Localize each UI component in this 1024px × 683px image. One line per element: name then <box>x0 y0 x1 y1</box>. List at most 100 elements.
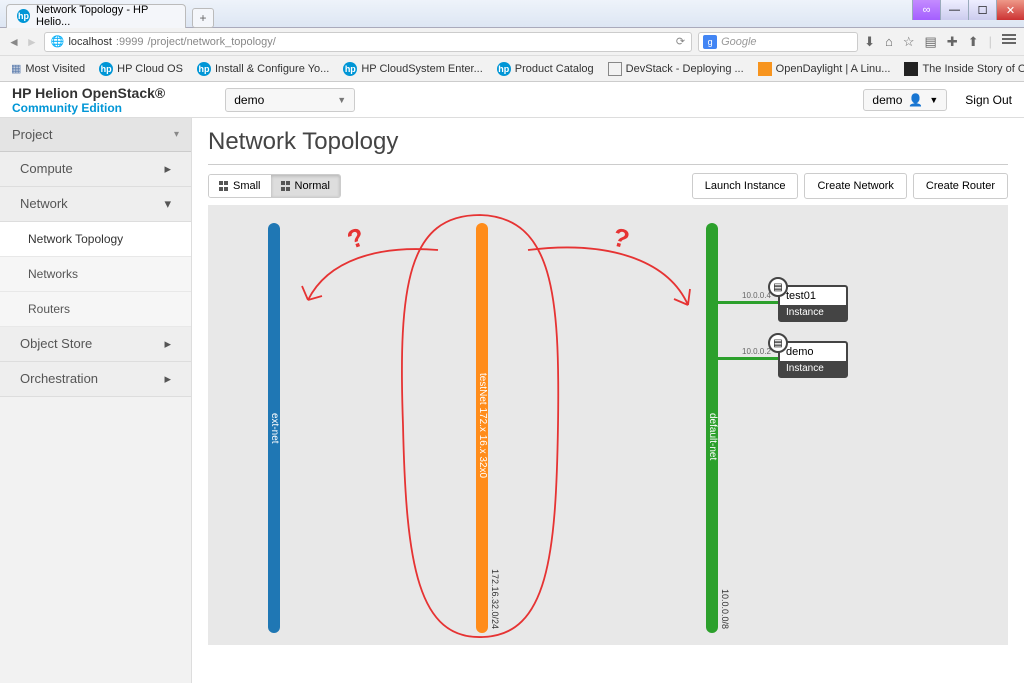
annotation-overlay <box>208 205 1008 645</box>
tenant-value: demo <box>234 93 264 107</box>
signout-link[interactable]: Sign Out <box>965 93 1012 107</box>
mask-icon[interactable]: ∞ <box>912 0 940 20</box>
url-host: localhost <box>68 36 111 48</box>
network-cidr-default: 10.0.0.0/8 <box>720 589 730 629</box>
network-bar-ext[interactable]: ext-net <box>268 223 280 633</box>
sidebar-item-networks[interactable]: Networks <box>0 257 191 292</box>
divider <box>208 164 1008 165</box>
instance-ip-1: 10.0.0.4 <box>742 291 771 300</box>
forward-button[interactable]: ► <box>26 35 38 49</box>
folder-icon: ▦ <box>11 62 21 75</box>
instance-link-1 <box>718 301 778 304</box>
instance-icon: ▤ <box>768 277 788 297</box>
chevron-right-icon: ▸ <box>164 161 171 177</box>
view-normal-button[interactable]: Normal <box>271 175 340 197</box>
hp-icon: hp <box>343 62 357 76</box>
network-bar-default[interactable]: default-net 10.0.0.0/8 <box>706 223 718 633</box>
instance-link-2 <box>718 357 778 360</box>
sidebar-compute[interactable]: Compute▸ <box>0 152 191 187</box>
user-menu[interactable]: demo 👤 ▼ <box>863 89 947 111</box>
app-header: HP Helion OpenStack® Community Edition d… <box>0 82 1024 118</box>
search-input[interactable]: g Google <box>698 32 858 52</box>
sidebar-orchestration[interactable]: Orchestration▸ <box>0 362 191 397</box>
url-bar: ◄ ► 🌐 localhost :9999/project/network_top… <box>0 28 1024 56</box>
annotation-question-2: ? <box>609 221 632 255</box>
sidebar-item-routers[interactable]: Routers <box>0 292 191 327</box>
page-icon <box>608 62 622 76</box>
chevron-down-icon: ▼ <box>337 95 346 105</box>
home-icon[interactable]: ⌂ <box>885 34 893 50</box>
instance-type: Instance <box>780 305 846 320</box>
bookmark-cloudsystem[interactable]: hpHP CloudSystem Enter... <box>338 60 487 78</box>
addons-icon[interactable]: ✚ <box>947 34 958 50</box>
brand-subtitle: Community Edition <box>12 101 165 115</box>
hp-icon: hp <box>99 62 113 76</box>
sidebar: Project▾ Compute▸ Network▾ Network Topol… <box>0 118 192 683</box>
back-button[interactable]: ◄ <box>8 35 20 49</box>
chevron-right-icon: ▸ <box>164 336 171 352</box>
hp-favicon-icon: hp <box>17 9 30 23</box>
sidebar-item-network-topology[interactable]: Network Topology <box>0 222 191 257</box>
bookmark-hp-cloud-os[interactable]: hpHP Cloud OS <box>94 60 188 78</box>
annotation-question-1: ? <box>343 221 369 256</box>
bookmark-star-icon[interactable]: ☆ <box>903 34 915 50</box>
bookmark-bar: ▦Most Visited hpHP Cloud OS hpInstall & … <box>0 56 1024 82</box>
hp-icon: hp <box>497 62 511 76</box>
minimize-button[interactable]: — <box>940 0 968 20</box>
instance-icon: ▤ <box>768 333 788 353</box>
network-label-default: default-net <box>707 413 718 460</box>
bookmark-inside-story[interactable]: The Inside Story of Oc... <box>899 60 1024 78</box>
sidebar-object-store[interactable]: Object Store▸ <box>0 327 191 362</box>
bookmark-most-visited[interactable]: ▦Most Visited <box>6 60 90 77</box>
toolbar: Small Normal Launch Instance Create Netw… <box>208 173 1008 199</box>
close-button[interactable]: ✕ <box>996 0 1024 20</box>
instance-demo[interactable]: ▤ demo Instance <box>778 341 848 378</box>
url-path: /project/network_topology/ <box>147 36 275 48</box>
maximize-button[interactable]: ☐ <box>968 0 996 20</box>
search-placeholder: Google <box>717 36 756 48</box>
network-cidr-test: 172.16.32.0/24 <box>490 569 500 629</box>
bookmark-devstack[interactable]: DevStack - Deploying ... <box>603 60 749 78</box>
main-content: Network Topology Small Normal Launch Ins… <box>192 118 1024 683</box>
instance-name: test01 <box>780 287 846 305</box>
instance-test01[interactable]: ▤ test01 Instance <box>778 285 848 322</box>
sidebar-network[interactable]: Network▾ <box>0 187 191 222</box>
view-toggle: Small Normal <box>208 174 341 198</box>
url-input[interactable]: 🌐 localhost :9999/project/network_topolog… <box>44 32 692 52</box>
chevron-down-icon: ▼ <box>929 95 938 105</box>
window-titlebar: hp Network Topology - HP Helio... + ∞ — … <box>0 0 1024 28</box>
globe-icon: 🌐 <box>51 35 65 48</box>
view-small-button[interactable]: Small <box>209 175 271 197</box>
bookmark-opendaylight[interactable]: OpenDaylight | A Linu... <box>753 60 896 78</box>
brand-title: HP Helion OpenStack® <box>12 85 165 101</box>
bookmark-product-catalog[interactable]: hpProduct Catalog <box>492 60 599 78</box>
list-icon[interactable]: ▤ <box>925 34 937 50</box>
url-port: :9999 <box>116 36 144 48</box>
reload-button[interactable]: ⟳ <box>676 35 685 48</box>
page-icon <box>904 62 918 76</box>
upload-icon[interactable]: ⬆ <box>968 34 979 50</box>
create-network-button[interactable]: Create Network <box>804 173 906 199</box>
download-icon[interactable]: ⬇ <box>864 34 875 50</box>
network-bar-test[interactable]: testNet 172.x 16.x 32x0 172.16.32.0/24 <box>476 223 488 633</box>
chevron-right-icon: ▸ <box>164 371 171 387</box>
network-label-test: testNet 172.x 16.x 32x0 <box>477 373 488 478</box>
network-label-ext: ext-net <box>269 413 280 444</box>
tab-title: Network Topology - HP Helio... <box>36 4 175 28</box>
grid-icon <box>219 181 229 191</box>
create-router-button[interactable]: Create Router <box>913 173 1008 199</box>
instance-ip-2: 10.0.0.2 <box>742 347 771 356</box>
new-tab-button[interactable]: + <box>192 8 214 28</box>
bookmark-install[interactable]: hpInstall & Configure Yo... <box>192 60 334 78</box>
sidebar-project[interactable]: Project▾ <box>0 118 191 152</box>
launch-instance-button[interactable]: Launch Instance <box>692 173 799 199</box>
browser-tab[interactable]: hp Network Topology - HP Helio... <box>6 4 186 28</box>
tenant-select[interactable]: demo ▼ <box>225 88 355 112</box>
menu-icon[interactable] <box>1002 34 1016 50</box>
grid-icon <box>281 181 291 191</box>
hp-icon: hp <box>197 62 211 76</box>
user-name: demo <box>872 93 902 107</box>
instance-name: demo <box>780 343 846 361</box>
chevron-down-icon: ▾ <box>174 129 179 140</box>
topology-canvas[interactable]: ext-net testNet 172.x 16.x 32x0 172.16.3… <box>208 205 1008 645</box>
